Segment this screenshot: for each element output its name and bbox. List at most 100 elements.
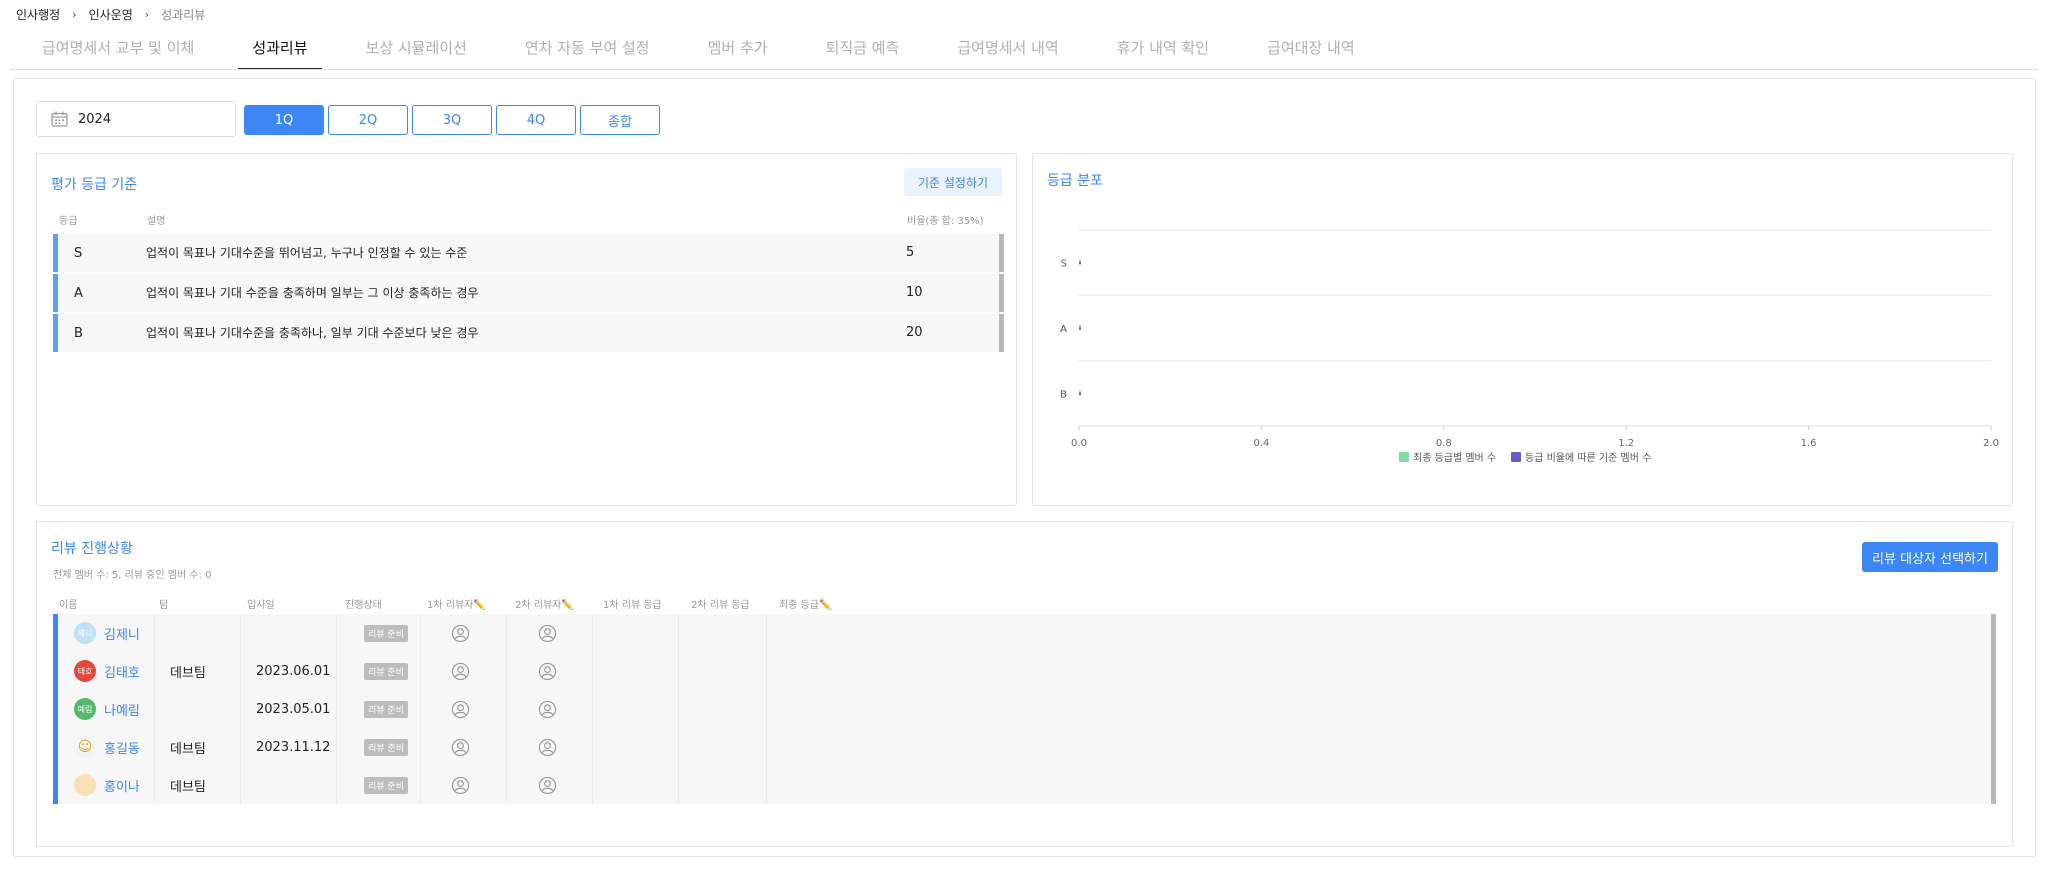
y-category-label: A [1060, 324, 1067, 335]
x-tick-label: 0.4 [1253, 438, 1269, 449]
review-header-team: 팀 [159, 600, 169, 611]
member-name[interactable]: 홍길동 [104, 738, 140, 757]
row-scroll-handle [999, 274, 1004, 312]
row-scroll-handle [999, 234, 1004, 272]
row-scroll-handle [1991, 690, 1996, 728]
tab-severance-forecast[interactable]: 퇴직금 예측 [812, 34, 914, 70]
member-cell[interactable]: 제니 김제니 [74, 614, 140, 652]
member-cell[interactable]: 홍이나 [74, 766, 140, 804]
review-header-reviewer1[interactable]: 1차 리뷰자✏️ [427, 596, 486, 611]
quarter-total-button[interactable]: 종합 [580, 105, 660, 135]
member-team: 데브팀 [170, 741, 206, 757]
tab-add-member[interactable]: 멤버 추가 [694, 34, 782, 70]
member-name[interactable]: 홍이나 [104, 776, 140, 795]
criteria-ratio[interactable]: 20 [890, 314, 974, 352]
quarter-4q-button[interactable]: 4Q [496, 105, 576, 135]
criteria-description[interactable]: 업적이 목표나 기대수준을 뛰어넘고, 누구나 인정할 수 있는 수준 [130, 234, 890, 272]
review-header-final[interactable]: 최종 등급✏️ [779, 596, 831, 611]
criteria-description[interactable]: 업적이 목표나 기대 수준을 충족하며 일부는 그 이상 충족하는 경우 [130, 274, 890, 312]
column-divider [678, 690, 679, 728]
avatar: 태호 [74, 660, 96, 682]
grade-criteria-title: 평가 등급 기준 [51, 177, 138, 193]
user-avatar-icon [451, 700, 470, 718]
avatar-initials: 제니 [77, 628, 93, 638]
tab-compensation-simulation[interactable]: 보상 시뮬레이션 [352, 34, 481, 70]
review-progress-summary: 전체 멤버 수: 5, 리뷰 중인 멤버 수: 0 [53, 570, 212, 581]
reviewer2-picker[interactable] [538, 652, 557, 690]
column-divider [766, 690, 767, 728]
face-icon: ☺ [77, 739, 93, 755]
member-name[interactable]: 김제니 [104, 624, 140, 643]
breadcrumb-item-hr-ops[interactable]: 인사운영 [89, 6, 133, 23]
grade-distribution-card: 등급 분포 0.0 0.4 0.8 1.2 1.6 2.0 S A B 최종 등급별 멤버 수 등급… [1032, 153, 2013, 506]
column-divider [766, 728, 767, 766]
member-cell[interactable]: 태호 김태호 [74, 652, 140, 690]
column-divider [506, 766, 507, 804]
reviewer2-picker[interactable] [538, 728, 557, 766]
user-avatar-icon [538, 662, 557, 680]
table-row[interactable]: ☺ 홍길동 데브팀 2023.11.12 리뷰 준비 [53, 728, 1996, 766]
reviewer1-picker[interactable] [451, 690, 470, 728]
bar-baseline-count [1079, 327, 1081, 330]
reviewer2-picker[interactable] [538, 614, 557, 652]
user-avatar-icon [451, 624, 470, 642]
table-row[interactable]: 예림 나예림 2023.05.01 리뷰 준비 [53, 690, 1996, 728]
tab-leave-history[interactable]: 휴가 내역 확인 [1103, 34, 1223, 70]
review-header-reviewer2[interactable]: 2차 리뷰자✏️ [515, 596, 574, 611]
table-row[interactable]: 태호 김태호 데브팀 2023.06.01 리뷰 준비 [53, 652, 1996, 690]
status-badge: 리뷰 준비 [364, 700, 408, 718]
legend-label: 등급 비율에 따른 기준 멤버 수 [1525, 452, 1651, 464]
member-cell[interactable]: 예림 나예림 [74, 690, 140, 728]
breadcrumb-item-hr-admin[interactable]: 인사행정 [16, 6, 60, 23]
tab-payslip-history[interactable]: 급여명세서 내역 [943, 34, 1072, 70]
reviewer1-picker[interactable] [451, 766, 470, 804]
tab-performance-review[interactable]: 성과리뷰 [238, 34, 322, 70]
select-review-targets-button[interactable]: 리뷰 대상자 선택하기 [1862, 542, 1998, 572]
review-header-grade2: 2차 리뷰 등급 [691, 600, 750, 611]
column-divider [240, 690, 241, 728]
criteria-description[interactable]: 업적이 목표나 기대수준을 충족하나, 일부 기대 수준보다 낮은 경우 [130, 314, 890, 352]
member-join-date: 2023.11.12 [256, 739, 331, 755]
quarter-2q-button[interactable]: 2Q [328, 105, 408, 135]
criteria-row: S 업적이 목표나 기대수준을 뛰어넘고, 누구나 인정할 수 있는 수준 5 [53, 234, 1004, 272]
member-team: 데브팀 [170, 779, 206, 795]
column-divider [592, 690, 593, 728]
tab-annual-leave-settings[interactable]: 연차 자동 부여 설정 [511, 34, 664, 70]
table-row[interactable]: 제니 김제니 리뷰 준비 [53, 614, 1996, 652]
tab-payslip-issue[interactable]: 급여명세서 교부 및 이체 [28, 34, 208, 70]
quarter-3q-button[interactable]: 3Q [412, 105, 492, 135]
reviewer1-picker[interactable] [451, 614, 470, 652]
criteria-ratio[interactable]: 10 [890, 274, 974, 312]
column-divider [678, 614, 679, 652]
column-divider [336, 614, 337, 652]
quarter-1q-button[interactable]: 1Q [244, 105, 324, 135]
member-name[interactable]: 나예림 [104, 700, 140, 719]
column-divider [678, 728, 679, 766]
table-row[interactable]: 홍이나 데브팀 리뷰 준비 [53, 766, 1996, 804]
member-join-date: 2023.06.01 [256, 663, 331, 679]
x-tick-label: 0.8 [1436, 438, 1452, 449]
reviewer2-picker[interactable] [538, 690, 557, 728]
reviewer1-picker[interactable] [451, 652, 470, 690]
column-divider [592, 728, 593, 766]
criteria-row: B 업적이 목표나 기대수준을 충족하나, 일부 기대 수준보다 낮은 경우 2… [53, 314, 1004, 352]
status-badge: 리뷰 준비 [364, 624, 408, 642]
row-scroll-handle [1991, 728, 1996, 766]
column-divider [154, 652, 155, 690]
reviewer2-picker[interactable] [538, 766, 557, 804]
criteria-settings-button[interactable]: 기준 설정하기 [904, 168, 1002, 196]
member-join-date: 2023.05.01 [256, 701, 331, 717]
year-picker[interactable]: 2024 [36, 101, 236, 137]
avatar: ☺ [74, 736, 96, 758]
user-avatar-icon [451, 738, 470, 756]
criteria-grade: B [74, 325, 83, 341]
criteria-ratio[interactable]: 5 [890, 234, 974, 272]
avatar-initials: 예림 [77, 704, 93, 714]
tab-payroll-ledger[interactable]: 급여대장 내역 [1253, 34, 1369, 70]
reviewer1-picker[interactable] [451, 728, 470, 766]
x-tick-label: 2.0 [1983, 438, 1999, 449]
member-cell[interactable]: ☺ 홍길동 [74, 728, 140, 766]
y-category-label: S [1061, 259, 1067, 270]
x-tick-label: 0.0 [1071, 438, 1087, 449]
member-name[interactable]: 김태호 [104, 662, 140, 681]
